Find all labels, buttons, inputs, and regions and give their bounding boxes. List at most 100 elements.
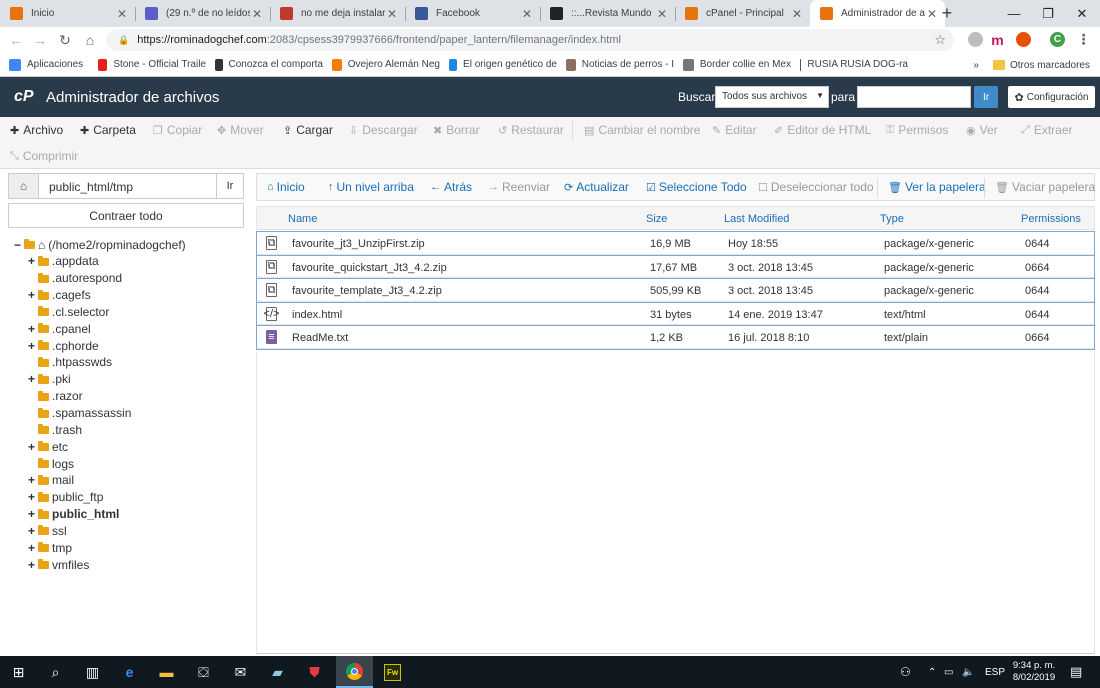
browser-tab[interactable]: ::...Revista Mundo C ✕ [540,0,675,27]
expand-icon[interactable]: + [28,372,38,386]
notifications-icon[interactable]: ▤ [1070,656,1082,688]
up-level-button[interactable]: ↑ Un nivel arriba [328,180,414,194]
expand-icon[interactable]: + [28,507,38,521]
close-icon[interactable]: ✕ [520,7,534,21]
close-icon[interactable]: ✕ [655,7,669,21]
chevron-up-icon[interactable]: ⌃ [928,656,936,688]
edge-icon[interactable]: e [111,656,148,688]
collapse-icon[interactable]: − [14,238,24,252]
back-arrow-icon[interactable]: ← [4,32,28,48]
close-icon[interactable]: ✕ [250,7,264,21]
bookmark-item[interactable]: Aplicaciones [9,58,89,71]
restore-button[interactable]: ↺ Restaurar [498,123,564,137]
browser-tab[interactable]: no me deja instalar ✕ [270,0,405,27]
folder-tree-item[interactable]: .trash [28,421,82,438]
bookmark-item[interactable]: Ovejero Alemán Neg [332,58,440,71]
folder-tree-item[interactable]: + mail [28,472,74,489]
settings-button[interactable]: ✿ Configuración [1008,86,1095,108]
shield-app-icon[interactable]: ⛊ [296,656,333,688]
close-icon[interactable]: ✕ [385,7,399,21]
folder-tree-item[interactable]: .spamassassin [28,405,131,422]
expand-icon[interactable]: + [28,473,38,487]
expand-icon[interactable]: + [28,288,38,302]
empty-trash-button[interactable]: 🗑 Vaciar papelera [995,180,1095,194]
expand-icon[interactable]: + [28,541,38,555]
table-row[interactable]: ≡ ReadMe.txt 1,2 KB 16 jul. 2018 8:10 text/p… [257,325,1094,349]
expand-icon[interactable]: + [28,558,38,572]
home-nav-button[interactable]: ⌂ Inicio [267,180,305,194]
view-button[interactable]: ◉ Ver [966,123,998,137]
path-input[interactable]: public_html/tmp [49,180,133,194]
download-button[interactable]: ⇩ Descargar [349,123,418,137]
extension-m-icon[interactable]: m [990,32,1005,48]
edit-button[interactable]: ✎ Editar [712,123,757,137]
column-permissions[interactable]: Permissions [1021,213,1081,225]
folder-tree-item[interactable]: + .cpanel [28,320,91,337]
taskbar-clock[interactable]: 9:34 p. m. 8/02/2019 [1010,660,1058,684]
profile-avatar-icon[interactable]: C [1050,32,1065,47]
bookmark-item[interactable]: Noticias de perros - I [566,58,674,71]
expand-icon[interactable]: + [28,524,38,538]
new-file-button[interactable]: ✚ Archivo [10,123,63,137]
folder-tree-item[interactable]: + tmp [28,539,72,556]
bookmark-item[interactable]: Border collie en Mex [683,58,791,71]
column-size[interactable]: Size [646,213,667,225]
browser-tab[interactable]: (29 n.º de no leídos) ✕ [135,0,270,27]
browser-tab[interactable]: Facebook ✕ [405,0,540,27]
folder-tree-item[interactable]: + .pki [28,371,71,388]
search-input[interactable] [857,86,971,108]
extension-flame-icon[interactable] [1016,32,1031,47]
browser-tab[interactable]: Administrador de ar ✕ [810,0,945,27]
volume-icon[interactable]: 🔈 [962,656,974,688]
new-tab-button[interactable]: + [932,0,962,27]
bookmark-item[interactable]: El origen genético de [449,58,557,71]
html-editor-button[interactable]: ✐ Editor de HTML [774,123,871,137]
folder-tree-item[interactable]: + .appdata [28,253,99,270]
cpanel-logo-icon[interactable]: cP [14,88,38,106]
folder-tree-item[interactable]: + etc [28,438,68,455]
chrome-icon[interactable] [336,656,373,688]
refresh-button[interactable]: ⟳ Actualizar [564,180,629,194]
bookmark-item[interactable]: RUSIA RUSIA DOG-ra [800,58,908,71]
url-input[interactable]: 🔒 https://rominadogchef.com:2083/cpsess3… [106,29,954,51]
minimize-button[interactable]: — [996,0,1032,27]
expand-icon[interactable]: + [28,490,38,504]
extract-button[interactable]: ⤢ Extraer [1021,123,1073,137]
folder-tree-item[interactable]: .razor [28,388,83,405]
rename-button[interactable]: ▤ Cambiar el nombre [584,123,700,137]
reload-icon[interactable]: ↻ [53,32,77,49]
compress-button[interactable]: ⤡ Comprimir [10,149,78,163]
extension-gray-icon[interactable] [968,32,983,47]
forward-button[interactable]: → Reenviar [488,180,550,194]
store-icon[interactable]: ⛋ [185,656,222,688]
folder-tree-item[interactable]: − ⌂ (/home2/ropminadogchef) [14,236,186,253]
select-all-button[interactable]: ☑ Seleccione Todo [646,180,747,194]
new-folder-button[interactable]: ✚ Carpeta [80,123,136,137]
forward-arrow-icon[interactable]: → [28,32,52,48]
expand-icon[interactable]: + [28,322,38,336]
search-go-button[interactable]: Ir [974,86,998,108]
folder-tree-item[interactable]: .htpasswds [28,354,112,371]
search-icon[interactable]: ⌕ [37,656,74,688]
maximize-button[interactable]: ❐ [1030,0,1066,27]
fireworks-icon[interactable]: Fw [374,656,411,688]
expand-icon[interactable]: + [28,339,38,353]
column-modified[interactable]: Last Modified [724,213,789,225]
delete-button[interactable]: ✖ Borrar [433,123,480,137]
bookmarks-overflow-button[interactable]: » [973,60,979,71]
folder-tree-item[interactable]: + vmfiles [28,556,89,573]
home-icon[interactable]: ⌂ [9,174,39,198]
move-button[interactable]: ✥ Mover [217,123,264,137]
close-window-button[interactable]: ✕ [1064,0,1100,27]
folder-tree-item[interactable]: .autorespond [28,270,122,287]
bookmark-item[interactable]: Conozca el comporta [215,58,323,71]
folder-tree-item[interactable]: .cl.selector [28,303,109,320]
expand-icon[interactable]: + [28,440,38,454]
home-icon[interactable]: ⌂ [78,32,102,48]
star-icon[interactable]: ☆ [934,32,946,48]
table-row[interactable]: ⧉ favourite_quickstart_Jt3_4.2.zip 17,67 M… [257,254,1094,279]
close-icon[interactable]: ✕ [790,7,804,21]
language-indicator[interactable]: ESP [985,656,1005,688]
folder-tree-item[interactable]: + public_ftp [28,489,103,506]
browser-tab[interactable]: cPanel - Principal ✕ [675,0,810,27]
